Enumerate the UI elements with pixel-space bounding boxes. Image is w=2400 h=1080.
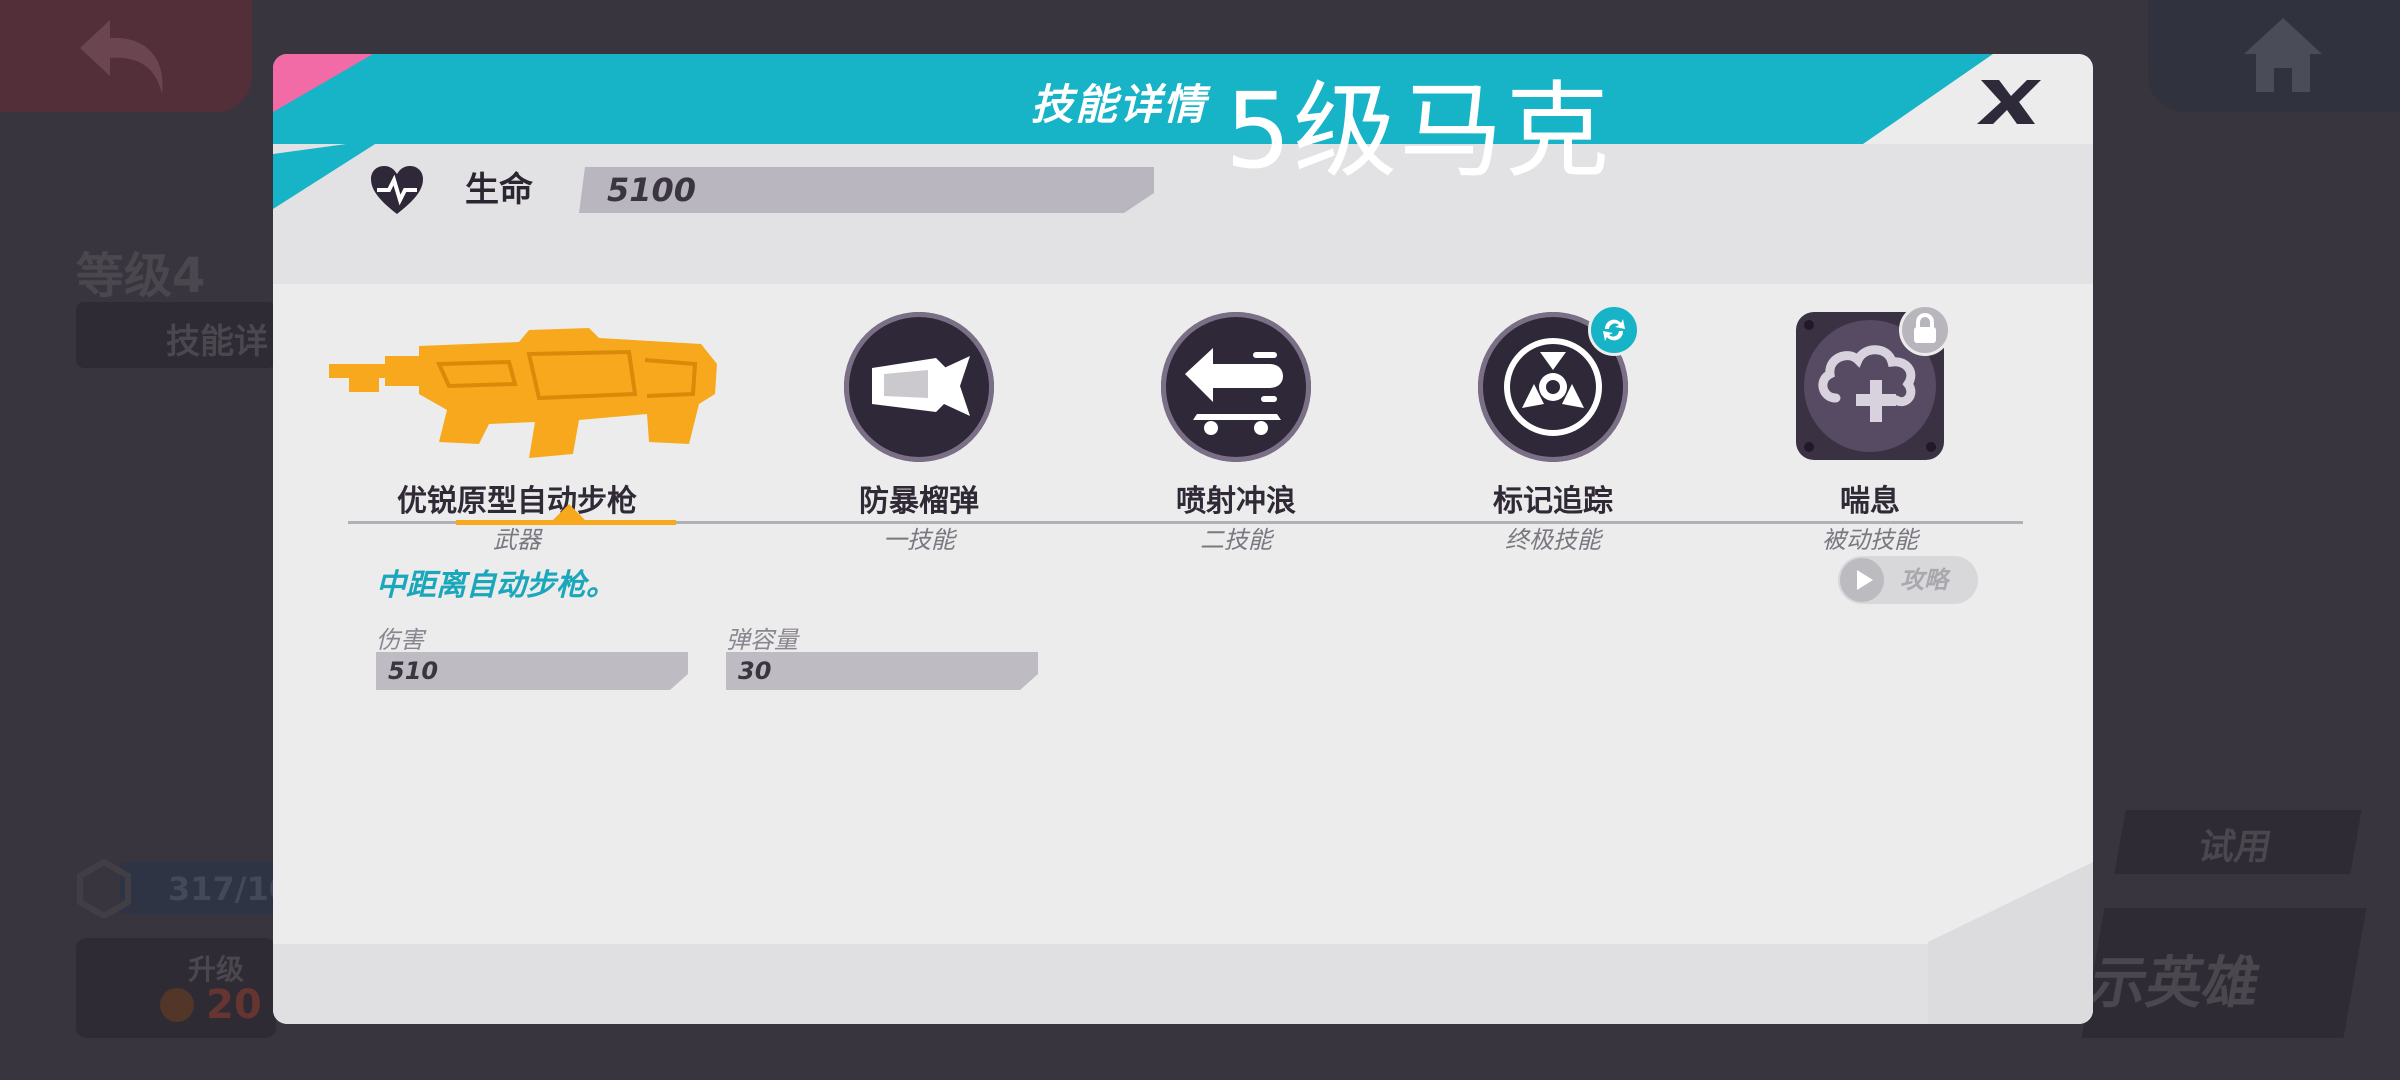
- skill-tab-1[interactable]: 防暴榴弹 一技能: [794, 284, 1044, 554]
- heart-icon: [371, 166, 423, 214]
- skill-tab-weapon[interactable]: 优锐原型自动步枪 武器: [327, 284, 747, 554]
- lock-icon: [1899, 304, 1951, 356]
- skill-tab-ultimate[interactable]: 标记追踪 终极技能: [1428, 284, 1678, 554]
- stat-bar-magazine: 30: [726, 652, 1038, 690]
- swap-icon[interactable]: [1588, 304, 1640, 356]
- weapon-description: 中距离自动步枪。: [376, 568, 616, 603]
- stat-value-damage: 510: [388, 657, 439, 685]
- stat-value-magazine: 30: [738, 657, 772, 685]
- close-icon: [1977, 80, 2041, 124]
- stat-label-damage: 伤害: [376, 626, 424, 654]
- life-value: 5100: [607, 171, 697, 209]
- skill-name: 优锐原型自动步枪: [397, 484, 637, 519]
- skill-type: 一技能: [883, 526, 955, 554]
- guide-button[interactable]: 攻略: [1838, 556, 1978, 604]
- skateboard-dash-icon: [1161, 312, 1311, 462]
- guide-label: 攻略: [1900, 566, 1948, 594]
- grenade-icon: [844, 312, 994, 462]
- skill-name: 喷射冲浪: [1176, 484, 1296, 519]
- close-button[interactable]: [1973, 72, 2045, 132]
- modal-footer: [273, 944, 2093, 1024]
- stat-label-magazine: 弹容量: [726, 626, 798, 654]
- skill-type: 二技能: [1200, 526, 1272, 554]
- selected-tab-indicator: [456, 520, 676, 525]
- skill-tab-2[interactable]: 喷射冲浪 二技能: [1111, 284, 1361, 554]
- play-icon: [1840, 558, 1884, 602]
- life-label: 生命: [465, 170, 533, 210]
- assault-rifle-icon: [329, 328, 717, 458]
- skill-name: 防暴榴弹: [859, 484, 979, 519]
- selected-tab-arrow: [553, 504, 585, 520]
- skill-type: 终极技能: [1505, 526, 1601, 554]
- stat-bar-damage: 510: [376, 652, 688, 690]
- footer-corner-decoration: [1928, 862, 2093, 1024]
- skill-detail-modal: 技能详情 生命 5100 优锐原型自动步枪 武器 防暴榴弹 一技能 喷射冲浪 二…: [273, 54, 2093, 1024]
- skill-type: 武器: [493, 526, 541, 554]
- skill-tab-passive[interactable]: 喘息 被动技能: [1745, 284, 1995, 554]
- overlay-hero-label: 5级马克: [1225, 70, 1612, 192]
- skill-type: 被动技能: [1822, 526, 1918, 554]
- skill-name: 标记追踪: [1493, 484, 1613, 519]
- modal-title: 技能详情: [1031, 80, 1208, 129]
- skill-name: 喘息: [1840, 484, 1900, 519]
- life-row: 生命 5100: [369, 160, 1169, 220]
